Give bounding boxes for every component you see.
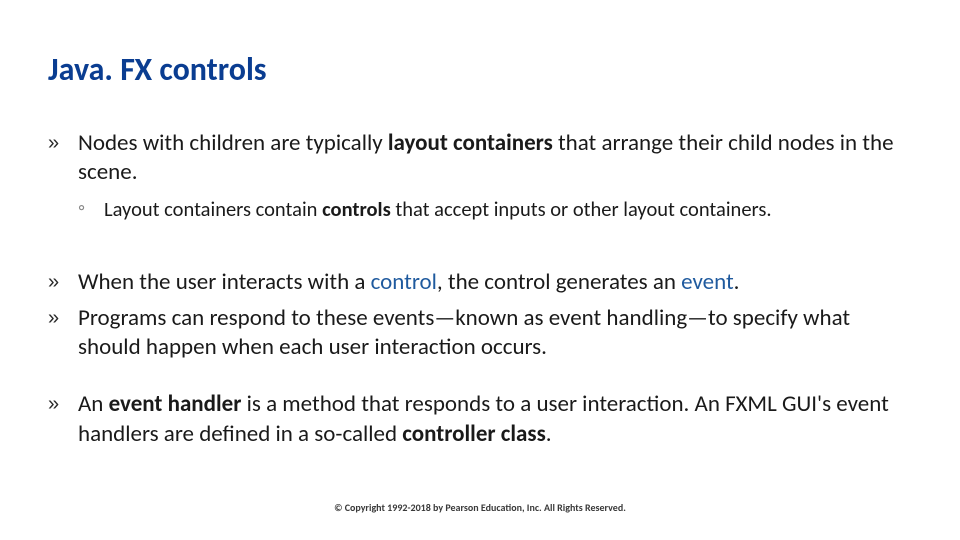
sub-bullet-item-1: ◦ Layout containers contain controls tha…	[48, 196, 912, 222]
bullet-item-2: » When the user interacts with a control…	[48, 268, 912, 297]
bullet-item-4: » An event handler is a method that resp…	[48, 390, 912, 449]
chevron-right-icon: »	[48, 306, 59, 332]
bullet-item-1: » Nodes with children are typically layo…	[48, 129, 912, 188]
text: that accept inputs or other layout conta…	[391, 196, 772, 222]
bullet-item-3: » Programs can respond to these events—k…	[48, 304, 912, 363]
slide: Java. FX controls » Nodes with children …	[0, 0, 960, 540]
slide-body: » Nodes with children are typically layo…	[48, 129, 912, 449]
text: , the control generates an	[437, 268, 681, 296]
bold-text: controller class	[402, 420, 545, 448]
bold-text: event handler	[109, 390, 242, 418]
chevron-right-icon: »	[48, 270, 59, 296]
bold-text: layout containers	[388, 129, 553, 157]
text: When the user interacts with a	[78, 268, 371, 296]
accent-text: event	[681, 268, 734, 296]
text: .	[546, 420, 552, 448]
accent-text: control	[371, 268, 437, 296]
text: .	[734, 268, 740, 296]
text: Nodes with children are typically	[78, 129, 388, 157]
ring-bullet-icon: ◦	[78, 196, 85, 222]
page-title: Java. FX controls	[48, 50, 912, 89]
text: An	[78, 390, 109, 418]
text: Programs can respond to these events—kno…	[78, 304, 850, 361]
copyright-footer: © Copyright 1992-2018 by Pearson Educati…	[0, 501, 960, 514]
bold-text: controls	[322, 196, 391, 222]
text: Layout containers contain	[104, 196, 322, 222]
chevron-right-icon: »	[48, 131, 59, 157]
chevron-right-icon: »	[48, 392, 59, 418]
